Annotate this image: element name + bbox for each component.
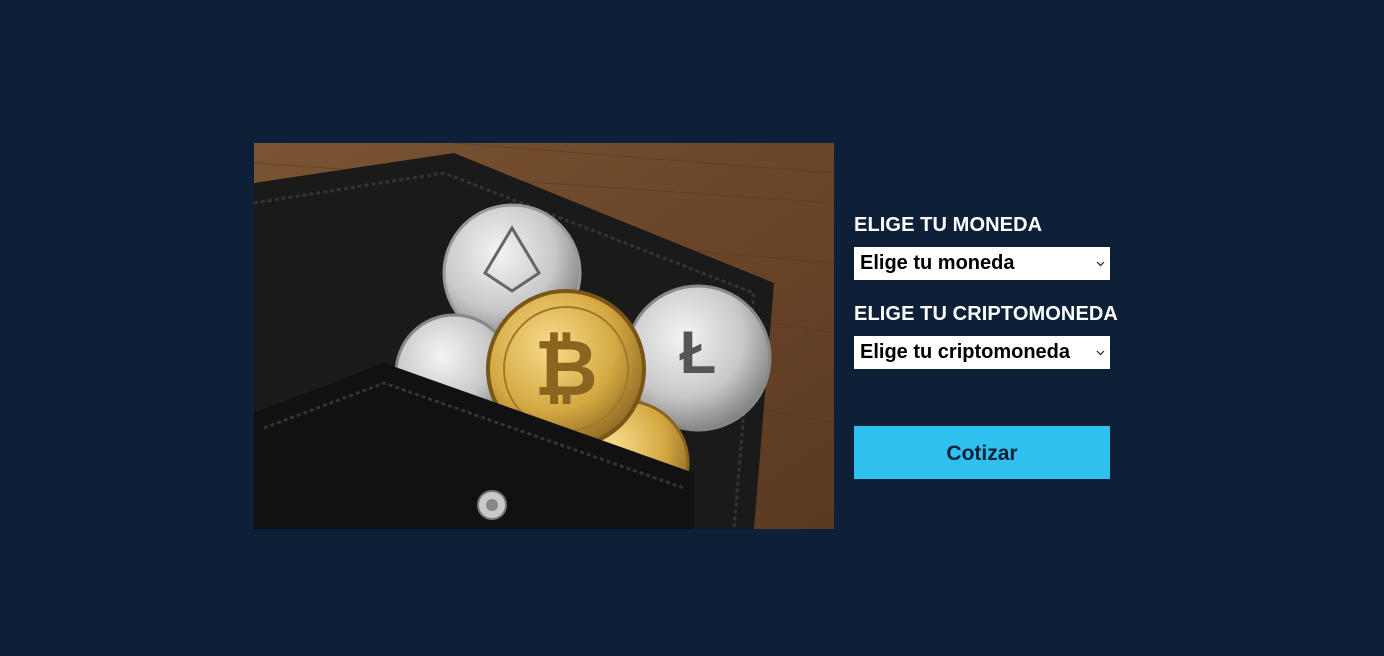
cotizar-button[interactable]: Cotizar <box>854 426 1110 479</box>
quote-form: ELIGE TU MONEDA Elige tu moneda ELIGE TU… <box>854 212 1118 369</box>
crypto-label: ELIGE TU CRIPTOMONEDA <box>854 303 1118 325</box>
crypto-select-value: Elige tu criptomoneda <box>860 341 1071 363</box>
svg-text:Ł: Ł <box>680 319 717 386</box>
wallet-coins-illustration: Ł ₿ <box>254 143 834 529</box>
svg-text:₿: ₿ <box>534 324 598 412</box>
chevron-down-icon <box>1096 350 1105 356</box>
currency-label: ELIGE TU MONEDA <box>854 214 1043 236</box>
crypto-select[interactable]: Elige tu criptomoneda <box>854 336 1110 369</box>
chevron-down-icon <box>1096 261 1105 267</box>
crypto-wallet-image: Ł ₿ <box>254 143 834 529</box>
currency-select-value: Elige tu moneda <box>860 252 1015 274</box>
currency-select[interactable]: Elige tu moneda <box>854 247 1110 280</box>
page: Ł ₿ ELIGE TU MONEDA Elige tu moneda ELIG… <box>0 0 1384 656</box>
